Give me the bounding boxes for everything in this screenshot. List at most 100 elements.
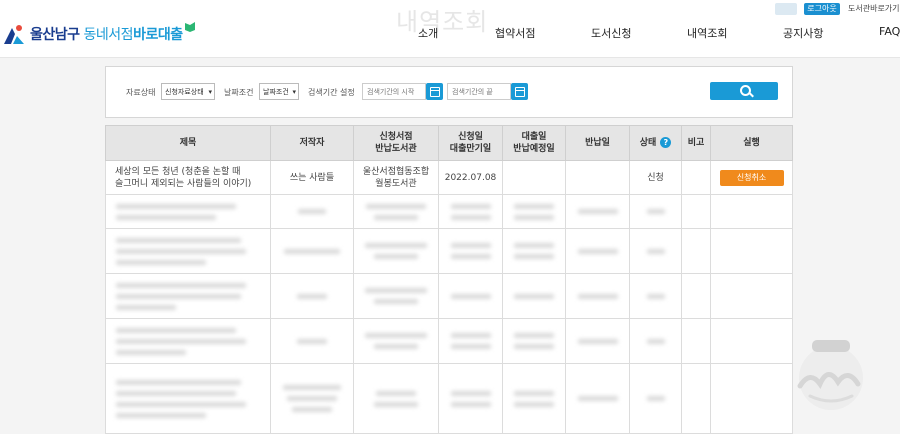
blurred-cell [629, 318, 682, 364]
table-row: 세상의 모든 청년 (청춘을 논할 때 슬그머니 제외되는 사람들의 이야기) 쓰… [105, 160, 793, 195]
end-date-placeholder: 검색기간의 끝 [452, 88, 493, 96]
blurred-cell [681, 273, 711, 319]
col-loan-line1: 대출일 [521, 132, 547, 142]
blurred-cell [629, 363, 682, 434]
blurred-cell [353, 194, 439, 229]
blurred-cell [502, 228, 566, 274]
col-request-line1: 신청일 [458, 132, 483, 142]
blurred-cell [105, 228, 271, 274]
row-action: 신청취소 [710, 160, 793, 195]
blurred-cell [710, 228, 793, 274]
search-button[interactable] [710, 82, 778, 100]
blurred-cell [105, 273, 271, 319]
blurred-cell [565, 273, 630, 319]
row-request-date: 2022.07.08 [438, 160, 503, 195]
nav-notice[interactable]: 공지사항 [783, 25, 823, 41]
blurred-cell [270, 318, 354, 364]
nav-faq[interactable]: FAQ [879, 25, 900, 38]
cancel-request-button[interactable]: 신청취소 [719, 169, 784, 186]
help-icon[interactable]: ? [660, 137, 672, 148]
blurred-cell [438, 228, 503, 274]
blurred-cell [502, 363, 566, 434]
library-link[interactable]: 도서관바로가기 [848, 3, 900, 15]
start-date-placeholder: 검색기간의 시작 [367, 88, 415, 96]
blurred-cell [681, 228, 711, 274]
table-row-blurred [105, 194, 793, 229]
row-title: 세상의 모든 청년 (청춘을 논할 때 슬그머니 제외되는 사람들의 이야기) [105, 160, 271, 195]
blurred-cell [270, 194, 354, 229]
blurred-cell [681, 363, 711, 434]
start-date-input[interactable]: 검색기간의 시작 [362, 83, 426, 100]
blurred-cell [353, 363, 439, 434]
row-title-line2: 슬그머니 제외되는 사람들의 이야기) [115, 178, 252, 189]
date-condition-label: 날짜조건 [224, 88, 254, 97]
nav-intro[interactable]: 소개 [418, 25, 438, 41]
col-title: 제목 [105, 125, 271, 161]
row-status: 신청 [629, 160, 682, 195]
blurred-cell [681, 194, 711, 229]
blurred-cell [270, 228, 354, 274]
col-author: 저작자 [270, 125, 354, 161]
blurred-cell [502, 273, 566, 319]
row-author: 쓰는 사람들 [270, 160, 354, 195]
blurred-cell [502, 194, 566, 229]
page-title-watermark: 내역조회 [396, 8, 489, 36]
nav-history[interactable]: 내역조회 [687, 25, 727, 41]
col-returned: 반납일 [565, 125, 630, 161]
blurred-cell [353, 318, 439, 364]
header: 울산남구 동네서점바로대출 내역조회 로그아웃 도서관바로가기 소개 협약서점 … [0, 0, 900, 58]
blurred-cell [565, 194, 630, 229]
chevron-down-icon: ▾ [292, 88, 296, 96]
logout-button[interactable]: 로그아웃 [804, 3, 840, 15]
date-condition-select[interactable]: 날짜조건 ▾ [259, 83, 299, 100]
util-faded-button[interactable] [775, 3, 797, 15]
col-loan-return-due: 대출일반납예정일 [502, 125, 566, 161]
blurred-cell [438, 318, 503, 364]
search-panel: 자료상태 신청자료상태 ▾ 날짜조건 날짜조건 ▾ 검색기간 설정 검색기간의 … [105, 66, 793, 118]
blurred-cell [438, 273, 503, 319]
chevron-down-icon: ▾ [208, 88, 212, 96]
col-store-line2: 반납도서관 [375, 144, 417, 154]
logo-service-suffix: 바로대출 [133, 27, 183, 43]
col-loan-line2: 반납예정일 [513, 144, 555, 154]
blurred-cell [270, 363, 354, 434]
col-store-line1: 신청서점 [379, 132, 413, 142]
status-select-value: 신청자료상태 [165, 88, 204, 96]
history-table: 제목 저작자 신청서점 반납도서관 신청일 대출만기일 대출일 반납예정일 반납일 상… [105, 125, 793, 434]
calendar-icon[interactable] [426, 83, 443, 100]
status-label: 자료상태 [126, 88, 156, 97]
table-row-blurred [105, 363, 793, 434]
nav-partner-stores[interactable]: 협약서점 [495, 25, 535, 41]
date-condition-value: 날짜조건 [263, 88, 289, 96]
logo-service-prefix: 동네서점 [83, 27, 134, 43]
site-logo[interactable]: 울산남구 동네서점바로대출 [2, 22, 196, 46]
blurred-cell [105, 318, 271, 364]
blurred-cell [629, 228, 682, 274]
blurred-cell [710, 273, 793, 319]
blurred-cell [565, 318, 630, 364]
row-title-line1: 세상의 모든 청년 (청춘을 논할 때 [115, 166, 241, 177]
blurred-cell [565, 363, 630, 434]
row-note [681, 160, 711, 195]
col-action: 실행 [710, 125, 793, 161]
blurred-cell [270, 273, 354, 319]
end-date-input[interactable]: 검색기간의 끝 [447, 83, 511, 100]
blurred-cell [629, 273, 682, 319]
nav-book-request[interactable]: 도서신청 [591, 25, 631, 41]
table-row-blurred [105, 273, 793, 319]
blurred-cell [353, 228, 439, 274]
search-icon [740, 85, 751, 96]
col-request-line2: 대출만기일 [449, 144, 492, 154]
logo-service: 동네서점바로대출 [83, 24, 184, 44]
blurred-cell [710, 318, 793, 364]
blurred-cell [629, 194, 682, 229]
blurred-cell [710, 363, 793, 434]
col-store-library: 신청서점반납도서관 [353, 125, 439, 161]
status-select[interactable]: 신청자료상태 ▾ [161, 83, 215, 100]
blurred-cell [353, 273, 439, 319]
logo-icon [2, 22, 26, 46]
blurred-cell [438, 194, 503, 229]
row-return-date [565, 160, 630, 195]
calendar-icon[interactable] [511, 83, 528, 100]
blurred-cell [105, 363, 271, 434]
